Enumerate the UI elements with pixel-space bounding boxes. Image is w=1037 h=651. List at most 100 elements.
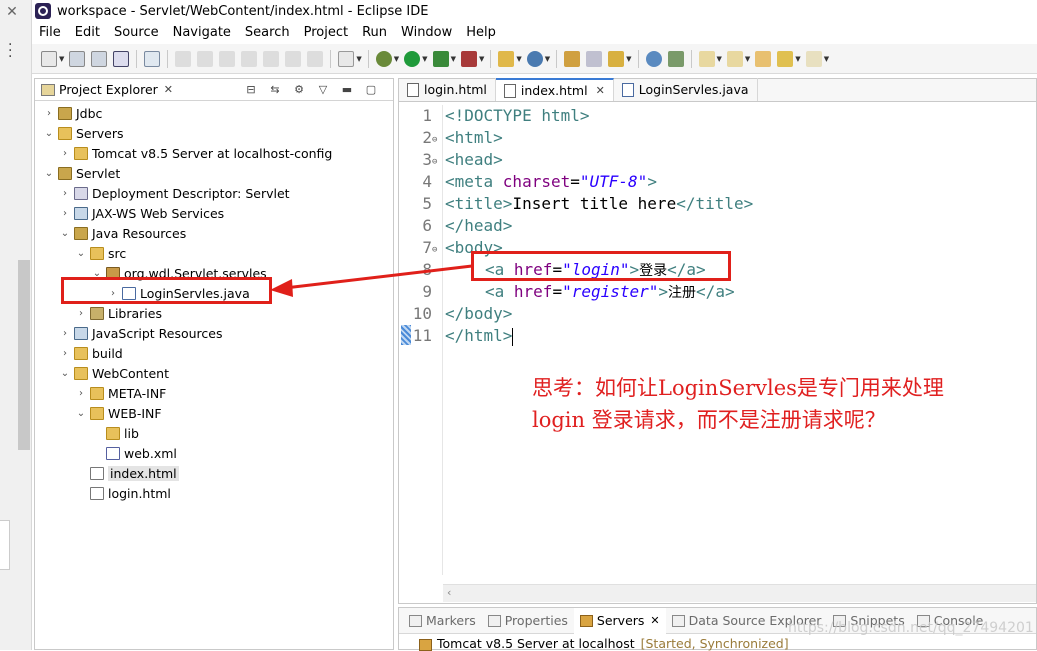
collapse-all-icon[interactable]: ⊟ (244, 83, 258, 96)
tree-item[interactable]: › Deployment Descriptor: Servlet (59, 183, 290, 203)
chevron-right-icon[interactable]: › (59, 188, 71, 199)
more-options-icon[interactable]: · · · (8, 38, 24, 64)
menu-project[interactable]: Project (297, 25, 355, 40)
close-icon[interactable]: ✕ (650, 614, 659, 627)
step-return-icon[interactable] (307, 50, 324, 67)
chevron-down-icon[interactable]: ▼ (795, 55, 800, 63)
next-annotation-icon[interactable] (698, 50, 715, 67)
chevron-right-icon[interactable]: › (59, 208, 71, 219)
chevron-down-icon[interactable]: ⌄ (59, 228, 71, 239)
tree-item[interactable]: login.html (75, 483, 171, 503)
tree-item[interactable]: ⌄ Java Resources (59, 223, 186, 243)
tree-item[interactable]: › Libraries (75, 303, 162, 323)
tree-item[interactable]: ⌄ Servers (43, 123, 124, 143)
chevron-right-icon[interactable]: › (59, 148, 71, 159)
step-over-icon[interactable] (285, 50, 302, 67)
last-edit-location-icon[interactable] (755, 50, 772, 67)
resume-icon[interactable] (175, 50, 192, 67)
fold-toggle-icon[interactable]: ⊖ (432, 135, 441, 145)
tab-index-html[interactable]: index.html ✕ (495, 78, 614, 101)
chevron-down-icon[interactable]: ▼ (545, 55, 550, 63)
chevron-down-icon[interactable]: ▼ (479, 55, 484, 63)
maximize-icon[interactable]: ▢ (364, 83, 378, 96)
tree-item[interactable]: › META-INF (75, 383, 166, 403)
tree-item[interactable]: › JavaScript Resources (59, 323, 222, 343)
tree-item[interactable]: ⌄ src (75, 243, 126, 263)
new-class-icon[interactable] (526, 50, 543, 67)
chevron-down-icon[interactable]: ▼ (626, 55, 631, 63)
web-browser-icon[interactable] (645, 50, 662, 67)
tab-markers[interactable]: Markers (403, 608, 482, 634)
tree-item[interactable]: ⌄ WEB-INF (75, 403, 162, 423)
tree-item[interactable]: › build (59, 343, 123, 363)
menu-help[interactable]: Help (459, 25, 503, 40)
chevron-down-icon[interactable]: ▼ (451, 55, 456, 63)
chevron-right-icon[interactable]: › (59, 328, 71, 339)
close-icon[interactable]: ✕ (596, 84, 605, 97)
fold-toggle-icon[interactable]: ⊖ (432, 157, 441, 167)
chevron-right-icon[interactable]: › (75, 308, 87, 319)
suspend-icon[interactable] (197, 50, 214, 67)
new-java-project-icon[interactable] (498, 50, 515, 67)
minimize-icon[interactable]: ▬ (340, 83, 354, 96)
menu-file[interactable]: File (32, 25, 68, 40)
background-scrollbar[interactable] (18, 260, 30, 450)
step-into-icon[interactable] (263, 50, 280, 67)
open-task-icon[interactable] (586, 50, 603, 67)
run-icon[interactable] (404, 50, 421, 67)
chevron-down-icon[interactable]: ▼ (745, 55, 750, 63)
external-tools-icon[interactable] (460, 50, 477, 67)
chevron-down-icon[interactable]: ⌄ (75, 408, 87, 419)
menu-navigate[interactable]: Navigate (166, 25, 238, 40)
save-icon[interactable] (69, 50, 86, 67)
tab-properties[interactable]: Properties (482, 608, 574, 634)
tree-item[interactable]: › Jdbc (43, 103, 102, 123)
menu-window[interactable]: Window (394, 25, 459, 40)
toggle-mark-icon[interactable] (338, 50, 355, 67)
new-icon[interactable] (41, 50, 57, 67)
filter-icon[interactable]: ⚙ (292, 83, 306, 96)
skip-breakpoints-icon[interactable] (144, 50, 161, 67)
close-icon[interactable]: ✕ (4, 4, 20, 20)
tree-item[interactable]: lib (91, 423, 139, 443)
fold-toggle-icon[interactable]: ⊖ (432, 245, 441, 255)
back-icon[interactable] (777, 50, 794, 67)
forward-icon[interactable] (805, 50, 822, 67)
terminal-icon[interactable] (113, 50, 130, 67)
close-icon[interactable]: ✕ (164, 83, 173, 96)
horizontal-scrollbar[interactable]: ‹ (443, 584, 1036, 602)
menu-search[interactable]: Search (238, 25, 297, 40)
annotation-icon[interactable] (667, 50, 684, 67)
disconnect-icon[interactable] (241, 50, 258, 67)
tree-item[interactable]: ⌄ Servlet (43, 163, 120, 183)
view-menu-icon[interactable]: ▽ (316, 83, 330, 96)
scroll-left-icon[interactable]: ‹ (447, 586, 451, 599)
project-explorer-tab[interactable]: Project Explorer ✕ (35, 79, 179, 101)
terminate-icon[interactable] (219, 50, 236, 67)
tab-login-html[interactable]: login.html (399, 78, 496, 101)
chevron-down-icon[interactable]: ▼ (59, 55, 64, 63)
previous-annotation-icon[interactable] (726, 50, 743, 67)
chevron-down-icon[interactable]: ▼ (717, 55, 722, 63)
menu-run[interactable]: Run (355, 25, 394, 40)
tree-item[interactable]: › Tomcat v8.5 Server at localhost-config (59, 143, 332, 163)
search-icon[interactable] (608, 50, 625, 67)
chevron-down-icon[interactable]: ⌄ (59, 368, 71, 379)
chevron-down-icon[interactable]: ▼ (422, 55, 427, 63)
chevron-down-icon[interactable]: ▼ (394, 55, 399, 63)
chevron-down-icon[interactable]: ▼ (356, 55, 361, 63)
save-all-icon[interactable] (91, 50, 108, 67)
chevron-right-icon[interactable]: › (59, 348, 71, 359)
chevron-right-icon[interactable]: › (43, 108, 55, 119)
tree-item[interactable]: ⌄ WebContent (59, 363, 169, 383)
tree-item[interactable]: index.html (75, 463, 179, 483)
coverage-icon[interactable] (432, 50, 449, 67)
tab-loginservles-java[interactable]: LoginServles.java (614, 78, 758, 101)
chevron-down-icon[interactable]: ▼ (824, 55, 829, 63)
server-entry[interactable]: Tomcat v8.5 Server at localhost [Started,… (419, 636, 789, 651)
link-with-editor-icon[interactable]: ⇆ (268, 83, 282, 96)
open-type-icon[interactable] (564, 50, 581, 67)
menu-source[interactable]: Source (107, 25, 166, 40)
chevron-down-icon[interactable]: ⌄ (43, 128, 55, 139)
debug-icon[interactable] (375, 50, 392, 67)
